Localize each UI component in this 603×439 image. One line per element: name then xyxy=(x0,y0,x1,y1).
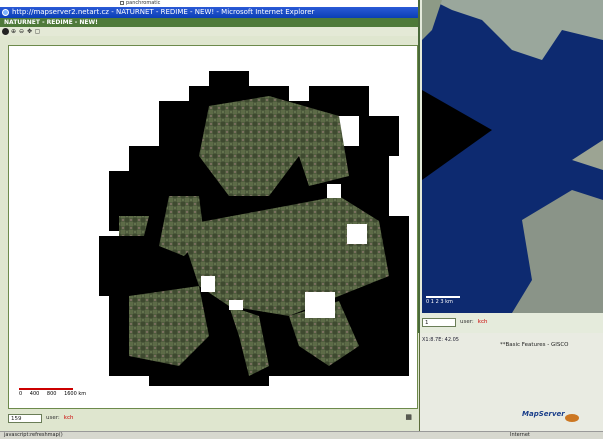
title-bar[interactable]: http://mapserver2.netart.cz - NATURNET -… xyxy=(0,7,419,18)
satellite-detail-map[interactable] xyxy=(422,0,603,313)
mapserver-logo: MapServer xyxy=(522,410,565,418)
window-title: http://mapserver2.netart.cz - NATURNET -… xyxy=(12,8,315,16)
features-label[interactable]: **Basic Features - GISCO xyxy=(500,342,568,348)
zone-text: Internet xyxy=(510,432,530,438)
tree-item[interactable]: panchromatic xyxy=(120,0,160,7)
map-status-row: 159 user: kch ▦ xyxy=(8,412,420,424)
europe-satellite-map xyxy=(99,71,409,386)
user-value: kch xyxy=(63,415,74,421)
browser-window: http://mapserver2.netart.cz - NATURNET -… xyxy=(0,7,420,431)
zoom-in-icon[interactable]: ⊕ xyxy=(10,28,17,35)
checkbox[interactable] xyxy=(120,0,124,5)
map-main[interactable]: 0 400 800 1600 km xyxy=(8,45,418,409)
map-grid-icon[interactable]: ▦ xyxy=(405,413,412,421)
detail-user-label: user: xyxy=(460,319,474,325)
status-bar: javascript:refreshmap() Internet xyxy=(0,431,603,439)
ie-icon xyxy=(2,9,9,16)
detail-scale-bar: 0 1 2 3 km xyxy=(426,296,460,305)
satellite-image xyxy=(422,0,603,313)
map-toolbar: ⊕ ⊖ ✥ ▢ xyxy=(0,27,419,36)
user-label: user: xyxy=(46,415,60,421)
pan-icon[interactable]: ✥ xyxy=(26,28,33,35)
detail-scale-input[interactable]: 1 xyxy=(422,317,456,327)
scale-bar-line xyxy=(19,388,73,390)
zoom-out-icon[interactable]: ⊖ xyxy=(18,28,25,35)
status-text: javascript:refreshmap() xyxy=(4,432,63,438)
scale-bar: 0 400 800 1600 km xyxy=(19,388,92,397)
screen: { "background": {"tree_item": "panchroma… xyxy=(0,0,603,439)
zoom-box-icon[interactable]: ▢ xyxy=(34,28,41,35)
detail-status-row: 1 user: kch xyxy=(422,316,603,328)
coordinate-readout: X1:8.7E: 42.05 xyxy=(422,337,459,343)
detail-window: 0 1 2 3 km 1 user: kch xyxy=(418,0,603,333)
detail-scale-bar-line xyxy=(426,296,460,298)
detail-user-value: kch xyxy=(477,319,488,325)
app-header: NATURNET - REDIME - NEW! xyxy=(0,18,419,27)
partner-logo xyxy=(565,414,579,422)
info-icon[interactable] xyxy=(2,28,9,35)
scale-input[interactable]: 159 xyxy=(8,413,42,423)
